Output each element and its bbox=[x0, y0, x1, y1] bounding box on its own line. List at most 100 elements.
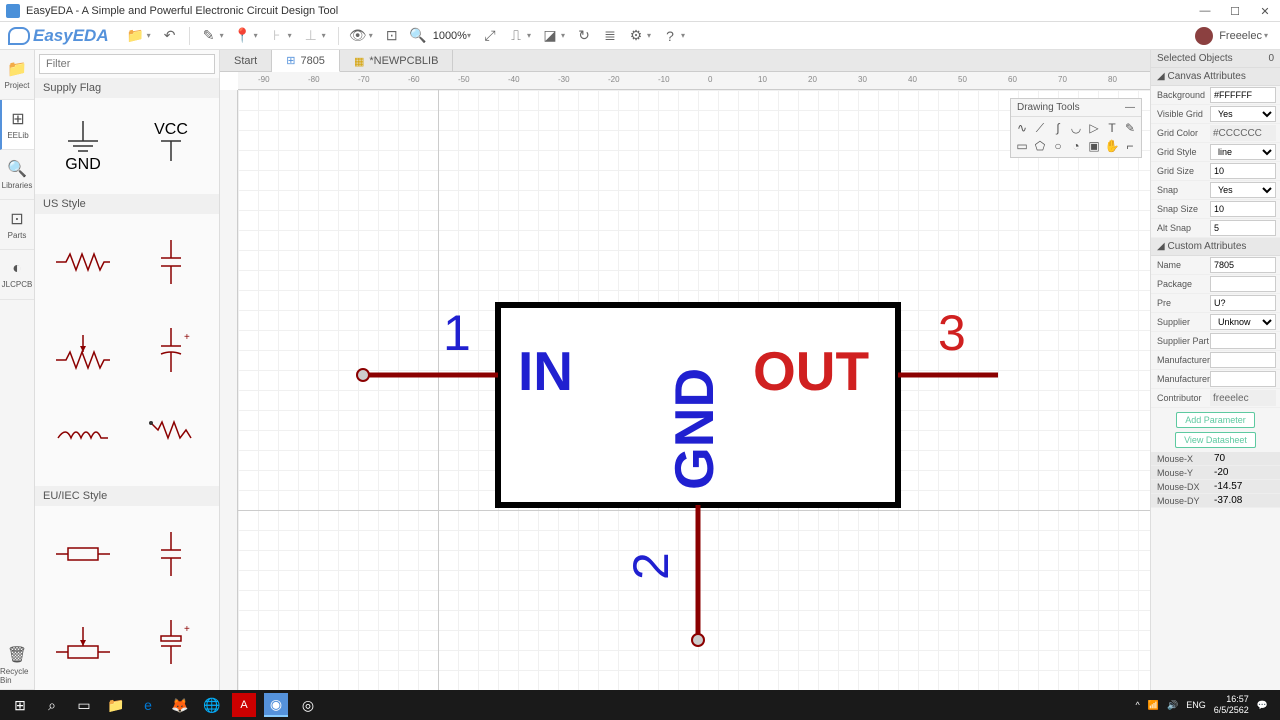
align-icon[interactable]: ⊦ bbox=[266, 25, 288, 47]
arc-tool[interactable]: ◡ bbox=[1067, 119, 1085, 137]
symbol-resistor-us[interactable] bbox=[43, 222, 123, 302]
pre-input[interactable] bbox=[1210, 295, 1276, 311]
symbol-pot-us[interactable] bbox=[43, 310, 123, 390]
tray-network-icon[interactable]: 📶 bbox=[1148, 700, 1159, 711]
dimension-tool[interactable]: ⌐ bbox=[1121, 137, 1139, 155]
tray-notifications-icon[interactable]: 💬 bbox=[1257, 700, 1268, 711]
ellipse-tool[interactable]: ○ bbox=[1049, 137, 1067, 155]
text-tool[interactable]: T bbox=[1103, 119, 1121, 137]
package-input[interactable] bbox=[1210, 276, 1276, 292]
username[interactable]: Freeelec bbox=[1219, 30, 1262, 42]
visible-grid-select[interactable]: Yes bbox=[1210, 106, 1276, 122]
grid-style-select[interactable]: line bbox=[1210, 144, 1276, 160]
polygon-tool[interactable]: ⬠ bbox=[1031, 137, 1049, 155]
canvas-attributes-header[interactable]: ◢ Canvas Attributes bbox=[1151, 68, 1280, 86]
layers-icon[interactable]: ≣ bbox=[599, 25, 621, 47]
tray-chevron-icon[interactable]: ^ bbox=[1136, 700, 1140, 710]
folder-icon[interactable]: 📁 bbox=[125, 25, 147, 47]
minimize-button[interactable]: — bbox=[1190, 0, 1220, 22]
nav-recycle[interactable]: 🗑Recycle Bin bbox=[0, 640, 34, 690]
tab-newpcb[interactable]: ▦*NEWPCBLIB bbox=[340, 50, 453, 72]
history-icon[interactable]: ↻ bbox=[573, 25, 595, 47]
drag-tool[interactable]: ✋ bbox=[1103, 137, 1121, 155]
symbol-gnd[interactable]: GND bbox=[43, 106, 123, 186]
image-tool[interactable]: ▣ bbox=[1085, 137, 1103, 155]
clock[interactable]: 16:576/5/2562 bbox=[1214, 694, 1249, 716]
pencil-icon[interactable]: ✎ bbox=[198, 25, 220, 47]
name-input[interactable] bbox=[1210, 257, 1276, 273]
grid-size-input[interactable] bbox=[1210, 163, 1276, 179]
zoom-level[interactable]: 1000% bbox=[433, 30, 467, 42]
fill-icon[interactable]: ◪ bbox=[539, 25, 561, 47]
firefox-icon[interactable]: 🦊 bbox=[164, 690, 196, 720]
bezier-tool[interactable]: ∫ bbox=[1049, 119, 1067, 137]
cursor-icon[interactable]: ⤢ bbox=[479, 25, 501, 47]
help-icon[interactable]: ? bbox=[659, 25, 681, 47]
app-icon[interactable]: ◎ bbox=[292, 690, 324, 720]
maximize-button[interactable]: ☐ bbox=[1220, 0, 1250, 22]
background-input[interactable] bbox=[1210, 87, 1276, 103]
symbol-varres-us[interactable] bbox=[131, 398, 211, 478]
taskview-button[interactable]: ▭ bbox=[68, 690, 100, 720]
zoom-icon[interactable]: 🔍 bbox=[407, 25, 429, 47]
arrow-tool[interactable]: ▷ bbox=[1085, 119, 1103, 137]
acrobat-icon[interactable]: A bbox=[232, 693, 256, 717]
manufacturer-part-input[interactable] bbox=[1210, 371, 1276, 387]
snap-select[interactable]: Yes bbox=[1210, 182, 1276, 198]
supplier-part-input[interactable] bbox=[1210, 333, 1276, 349]
tab-start[interactable]: Start bbox=[220, 50, 272, 72]
start-button[interactable]: ⊞ bbox=[4, 690, 36, 720]
edge-icon[interactable]: e bbox=[132, 690, 164, 720]
snap-size-input[interactable] bbox=[1210, 201, 1276, 217]
zoom-fit-icon[interactable]: ⊡ bbox=[381, 25, 403, 47]
line-tool[interactable]: ∿ bbox=[1013, 119, 1031, 137]
add-parameter-button[interactable]: Add Parameter bbox=[1176, 412, 1255, 428]
symbol-inductor-us[interactable] bbox=[43, 398, 123, 478]
category-us[interactable]: US Style bbox=[35, 194, 219, 214]
view-datasheet-button[interactable]: View Datasheet bbox=[1175, 432, 1256, 448]
freehand-tool[interactable]: ✎ bbox=[1121, 119, 1139, 137]
nav-eelib[interactable]: ⊞EELib bbox=[0, 100, 34, 150]
wire-tool[interactable]: ⟋ bbox=[1031, 119, 1049, 137]
tab-7805[interactable]: ⊞7805 bbox=[272, 50, 340, 72]
manufacturer-input[interactable] bbox=[1210, 352, 1276, 368]
symbol-cap-eu[interactable] bbox=[131, 514, 211, 594]
logo[interactable]: EasyEDA bbox=[8, 26, 109, 46]
symbol-cap-us[interactable] bbox=[131, 222, 211, 302]
category-eu[interactable]: EU/IEC Style bbox=[35, 486, 219, 506]
category-supply[interactable]: Supply Flag bbox=[35, 78, 219, 98]
tray-language[interactable]: ENG bbox=[1186, 700, 1206, 710]
eye-icon[interactable]: 👁 bbox=[347, 25, 369, 47]
grid-color-value[interactable]: #CCCCCC bbox=[1210, 125, 1276, 141]
pie-tool[interactable]: ◔ bbox=[1067, 137, 1085, 155]
symbol-resistor-eu[interactable] bbox=[43, 514, 123, 594]
chrome-icon[interactable]: 🌐 bbox=[196, 690, 228, 720]
custom-attributes-header[interactable]: ◢ Custom Attributes bbox=[1151, 238, 1280, 256]
tool1-icon[interactable]: ⎍ bbox=[505, 25, 527, 47]
symbol-pot-eu[interactable] bbox=[43, 602, 123, 682]
nav-parts[interactable]: ⊡Parts bbox=[0, 200, 34, 250]
tray-volume-icon[interactable]: 🔊 bbox=[1167, 700, 1178, 711]
canvas[interactable]: 1 IN 3 OUT 2 GND Drawing Tools— ∿ ⟋ bbox=[238, 90, 1150, 690]
nav-libraries[interactable]: 🔍Libraries bbox=[0, 150, 34, 200]
settings-icon[interactable]: ⚙ bbox=[625, 25, 647, 47]
alt-snap-input[interactable] bbox=[1210, 220, 1276, 236]
symbol-polcap-eu[interactable]: + bbox=[131, 602, 211, 682]
close-button[interactable]: ✕ bbox=[1250, 0, 1280, 22]
nav-jlcpcb[interactable]: ◐JLCPCB bbox=[0, 250, 34, 300]
avatar[interactable] bbox=[1195, 27, 1213, 45]
schematic-symbol[interactable]: 1 IN 3 OUT 2 GND bbox=[298, 290, 998, 690]
nav-project[interactable]: 📁Project bbox=[0, 50, 34, 100]
drawing-tools-panel[interactable]: Drawing Tools— ∿ ⟋ ∫ ◡ ▷ T ✎ ▭ ⬠ ○ ◔ ▣ bbox=[1010, 98, 1142, 158]
supplier-select[interactable]: Unknow bbox=[1210, 314, 1276, 330]
filter-input[interactable] bbox=[39, 54, 215, 74]
pin-icon[interactable]: 📍 bbox=[232, 25, 254, 47]
distribute-icon[interactable]: ⊥ bbox=[300, 25, 322, 47]
minimize-icon[interactable]: — bbox=[1125, 102, 1135, 113]
undo-icon[interactable]: ↶ bbox=[159, 25, 181, 47]
symbol-polcap-us[interactable]: + bbox=[131, 310, 211, 390]
easyeda-taskbar-icon[interactable]: ◉ bbox=[264, 693, 288, 717]
rect-tool[interactable]: ▭ bbox=[1013, 137, 1031, 155]
search-button[interactable]: ⌕ bbox=[36, 690, 68, 720]
explorer-icon[interactable]: 📁 bbox=[100, 690, 132, 720]
